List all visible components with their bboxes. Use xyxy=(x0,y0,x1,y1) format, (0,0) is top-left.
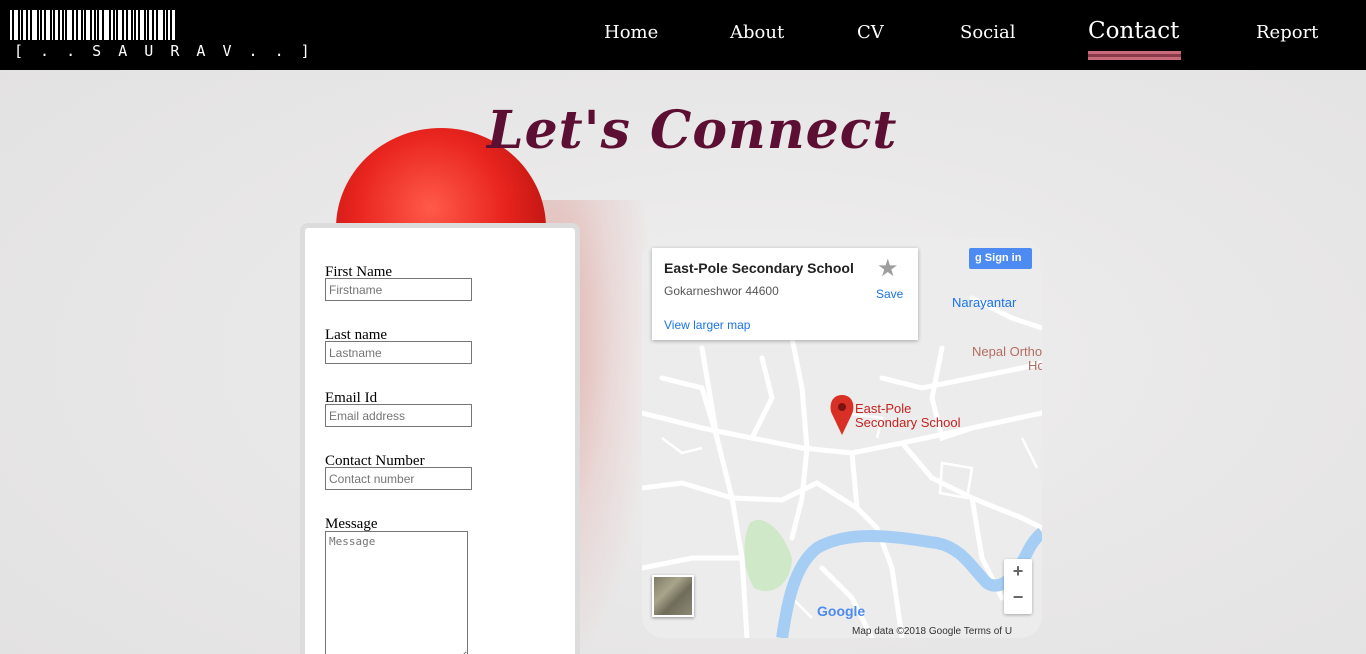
message-textarea[interactable] xyxy=(325,531,468,654)
narayantar-label: Narayantar xyxy=(952,295,1017,310)
page-title: Let's Connect xyxy=(487,100,898,161)
pin-label-line2: Secondary School xyxy=(855,415,961,430)
google-g-icon: g xyxy=(975,252,982,264)
pin-label: East-Pole Secondary School xyxy=(855,402,961,430)
sign-in-label: Sign in xyxy=(984,252,1022,264)
contact-form: First Name Last name Email Id Contact Nu… xyxy=(300,223,580,654)
place-address: Gokarneshwor 44600 xyxy=(664,284,779,298)
nav-report[interactable]: Report xyxy=(1256,22,1318,43)
contact-number-input[interactable] xyxy=(325,467,472,490)
pin-label-line1: East-Pole xyxy=(855,401,912,416)
nav-social[interactable]: Social xyxy=(960,22,1016,43)
nav-home[interactable]: Home xyxy=(604,22,658,43)
sign-in-button[interactable]: g Sign in xyxy=(969,248,1032,269)
nav-about[interactable]: About xyxy=(730,22,784,43)
satellite-view-toggle[interactable] xyxy=(652,575,694,617)
nav-cv[interactable]: CV xyxy=(857,22,884,43)
view-larger-map-link[interactable]: View larger map xyxy=(664,318,750,332)
barcode-logo-graphic xyxy=(10,10,230,40)
nepal-ortho-line1: Nepal Ortho xyxy=(972,344,1042,359)
first-name-input[interactable] xyxy=(325,278,472,301)
logo-text: [ . . S A U R A V . . ] xyxy=(14,42,314,60)
zoom-in-button[interactable]: + xyxy=(1004,561,1032,588)
save-button[interactable]: Save xyxy=(876,287,903,301)
nepal-ortho-label: Nepal Ortho Ho xyxy=(972,345,1042,373)
google-logo: Google xyxy=(817,603,866,619)
site-logo[interactable]: [ . . S A U R A V . . ] xyxy=(10,10,310,60)
place-info-card: East-Pole Secondary School Gokarneshwor … xyxy=(652,248,918,340)
nav-contact[interactable]: Contact xyxy=(1088,18,1179,44)
embedded-map[interactable]: East-Pole Secondary School Narayantar Ne… xyxy=(642,238,1042,638)
place-title: East-Pole Secondary School xyxy=(664,260,854,276)
email-input[interactable] xyxy=(325,404,472,427)
zoom-controls: + − xyxy=(1004,559,1032,614)
nepal-ortho-line2: Ho xyxy=(1028,358,1042,373)
top-navbar: [ . . S A U R A V . . ] Home About CV So… xyxy=(0,0,1366,70)
star-icon[interactable]: ★ xyxy=(877,254,899,283)
zoom-out-button[interactable]: − xyxy=(1004,587,1032,614)
active-nav-underline xyxy=(1088,51,1181,60)
map-attribution: Map data ©2018 Google Terms of U xyxy=(852,626,1013,637)
last-name-input[interactable] xyxy=(325,341,472,364)
